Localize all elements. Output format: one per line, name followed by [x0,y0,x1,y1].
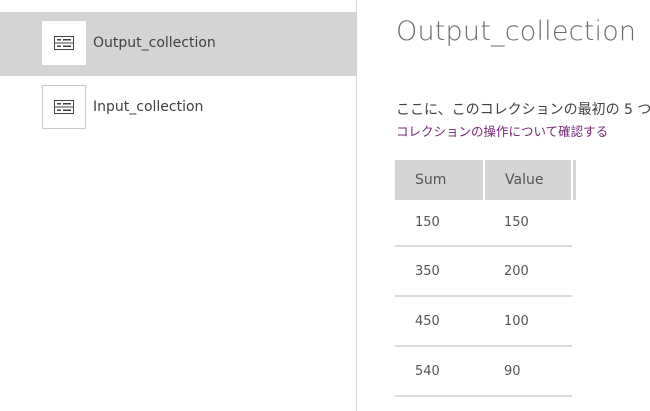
sidebar-item-label: Input_collection [93,99,204,115]
table-icon [42,21,86,65]
collection-description: ここに、このコレクションの最初の 5 つの [396,102,650,118]
table-cell-sum: 540 [395,346,484,397]
table-cell-sum: 450 [395,296,484,347]
table-header-row: Sum Value [395,160,576,200]
table-cell-value: 100 [484,296,572,347]
collection-table: Sum Value 150 150 350 200 450 100 540 90 [395,160,576,397]
table-cell-sum: 350 [395,246,484,297]
sidebar-item-input-collection[interactable]: Input_collection [0,76,357,140]
column-header-sum[interactable]: Sum [395,160,485,200]
table-cell-edge [572,246,576,296]
app-root: Output_collection Input_collection Outpu… [0,0,650,411]
learn-collections-link[interactable]: コレクションの操作について確認する [396,121,608,140]
main-panel: Output_collection ここに、このコレクションの最初の 5 つの … [358,0,650,411]
column-header-value[interactable]: Value [484,160,573,200]
table-icon [42,85,86,129]
table-row[interactable]: 540 90 [395,346,576,397]
table-row[interactable]: 450 100 [395,296,576,347]
sidebar-item-label: Output_collection [93,35,216,51]
table-cell-value: 150 [484,200,572,247]
table-cell-value: 200 [484,246,572,297]
sidebar-item-output-collection[interactable]: Output_collection [0,12,357,76]
sidebar: Output_collection Input_collection [0,0,357,411]
page-title: Output_collection [396,16,637,47]
table-cell-value: 90 [484,346,572,397]
table-cell-edge [572,200,576,246]
table-row[interactable]: 350 200 [395,246,576,297]
table-cell-edge [572,296,576,346]
table-cell-edge [572,346,576,396]
table-row[interactable]: 150 150 [395,200,576,247]
table-cell-sum: 150 [395,200,484,247]
column-header-edge [572,160,576,200]
